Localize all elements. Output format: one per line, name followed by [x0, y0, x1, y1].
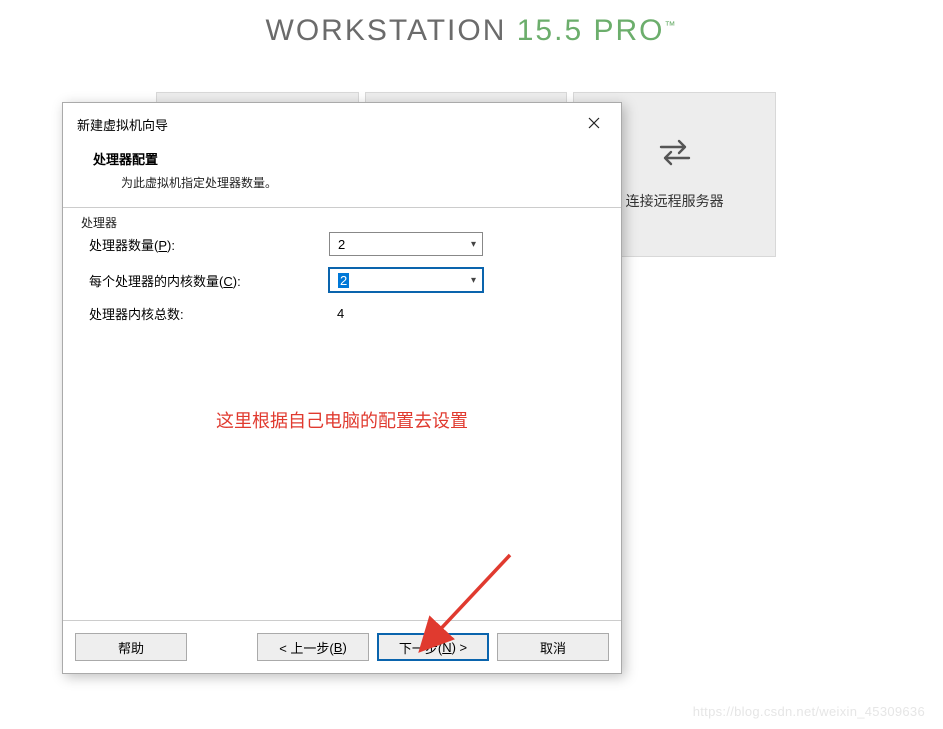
title-tm: ™	[664, 20, 677, 32]
label-processor-count: 处理器数量(P):	[81, 235, 329, 254]
close-button[interactable]	[577, 111, 611, 137]
processor-count-value: 2	[338, 237, 345, 252]
new-vm-wizard-dialog: 新建虚拟机向导 处理器配置 为此虚拟机指定处理器数量。 处理器 处理器数量(P)…	[62, 102, 622, 674]
cores-per-processor-select[interactable]: 2 ▾	[329, 268, 483, 292]
divider	[63, 207, 621, 208]
title-main: WORKSTATION	[266, 14, 517, 47]
help-button[interactable]: 帮助	[75, 633, 187, 661]
card-label: 连接远程服务器	[626, 191, 724, 211]
dialog-button-row: 帮助 < 上一步(B) 下一步(N) > 取消	[63, 620, 621, 673]
row-processor-count: 处理器数量(P): 2 ▾	[79, 226, 605, 262]
app-title: WORKSTATION 15.5 PRO™	[0, 0, 943, 48]
close-icon	[588, 116, 600, 133]
chevron-down-icon: ▾	[471, 239, 476, 250]
back-button[interactable]: < 上一步(B)	[257, 633, 369, 661]
chevron-down-icon: ▾	[471, 275, 476, 286]
cancel-button[interactable]: 取消	[497, 633, 609, 661]
dialog-header: 处理器配置 为此虚拟机指定处理器数量。	[63, 139, 621, 207]
processor-count-select[interactable]: 2 ▾	[329, 232, 483, 256]
total-cores-value: 4	[329, 306, 344, 321]
dialog-heading: 处理器配置	[81, 149, 603, 168]
titlebar: 新建虚拟机向导	[63, 103, 621, 139]
label-total-cores: 处理器内核总数:	[81, 304, 329, 323]
title-version: 15.5	[517, 14, 594, 47]
next-button[interactable]: 下一步(N) >	[377, 633, 489, 661]
row-cores-per-processor: 每个处理器的内核数量(C): 2 ▾	[79, 262, 605, 298]
label-cores-per-processor: 每个处理器的内核数量(C):	[81, 271, 329, 290]
processor-section: 处理器 处理器数量(P): 2 ▾ 每个处理器的内核数量(C): 2 ▾ 处理器…	[73, 216, 611, 329]
annotation-text: 这里根据自己电脑的配置去设置	[63, 407, 621, 433]
title-pro: PRO	[593, 14, 664, 47]
section-legend: 处理器	[79, 214, 119, 231]
transfer-icon	[657, 138, 693, 173]
dialog-title: 新建虚拟机向导	[77, 115, 168, 134]
cores-value: 2	[338, 273, 349, 288]
row-total-cores: 处理器内核总数: 4	[79, 298, 605, 329]
watermark: https://blog.csdn.net/weixin_45309636	[693, 704, 925, 719]
dialog-subheading: 为此虚拟机指定处理器数量。	[81, 168, 603, 191]
